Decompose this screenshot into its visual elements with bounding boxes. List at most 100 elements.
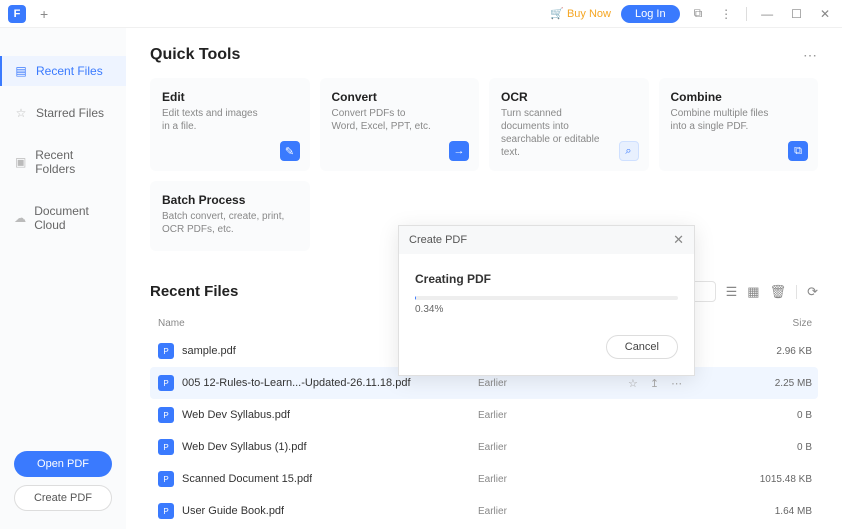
- login-button[interactable]: Log In: [621, 5, 680, 23]
- sidebar-item-document-cloud[interactable]: ☁ Document Cloud: [0, 196, 126, 240]
- tool-card-edit[interactable]: Edit Edit texts and images in a file. ✎: [150, 78, 310, 171]
- tool-desc: Convert PDFs to Word, Excel, PPT, etc.: [332, 107, 434, 133]
- close-icon[interactable]: ✕: [673, 232, 684, 248]
- more-icon[interactable]: ⋯: [671, 377, 682, 390]
- sidebar-item-starred-files[interactable]: ☆ Starred Files: [0, 98, 126, 128]
- star-icon: ☆: [14, 106, 28, 120]
- star-icon[interactable]: ☆: [628, 377, 638, 390]
- minimize-icon[interactable]: —: [757, 5, 777, 23]
- dialog-header: Create PDF ✕: [399, 226, 694, 254]
- file-time: Earlier: [478, 410, 628, 421]
- menu-icon[interactable]: ⋮: [716, 5, 736, 23]
- tool-title: Combine: [671, 90, 807, 104]
- create-pdf-dialog: Create PDF ✕ Creating PDF 0.34% Cancel: [398, 225, 695, 376]
- dialog-status-title: Creating PDF: [415, 272, 678, 286]
- app-logo: F: [8, 5, 26, 23]
- dialog-footer: Cancel: [399, 325, 694, 375]
- tool-desc: Batch convert, create, print, OCR PDFs, …: [162, 210, 298, 236]
- file-name: User Guide Book.pdf: [182, 505, 284, 517]
- file-name-cell: P User Guide Book.pdf: [150, 503, 478, 519]
- file-name: sample.pdf: [182, 345, 236, 357]
- convert-icon: →: [449, 141, 469, 161]
- refresh-icon[interactable]: ⟳: [807, 284, 818, 300]
- tool-card-convert[interactable]: Convert Convert PDFs to Word, Excel, PPT…: [320, 78, 480, 171]
- file-name-cell: P Scanned Document 15.pdf: [150, 471, 478, 487]
- titlebar: F + 🛒Buy Now Log In ⧉ ⋮ — ☐ ✕: [0, 0, 842, 28]
- file-size: 2.96 KB: [738, 346, 818, 357]
- divider: [746, 7, 747, 21]
- tool-title: Batch Process: [162, 193, 298, 207]
- sidebar-item-recent-folders[interactable]: ▣ Recent Folders: [0, 140, 126, 184]
- pdf-icon: P: [158, 503, 174, 519]
- notification-icon[interactable]: ⧉: [690, 4, 707, 23]
- create-pdf-button[interactable]: Create PDF: [14, 485, 112, 511]
- sidebar-bottom: Open PDF Create PDF: [0, 451, 126, 529]
- file-name: Scanned Document 15.pdf: [182, 473, 312, 485]
- cart-icon: 🛒: [550, 7, 564, 20]
- recent-title: Recent Files: [150, 283, 238, 300]
- file-size: 0 B: [738, 410, 818, 421]
- pdf-icon: P: [158, 471, 174, 487]
- buy-now-link[interactable]: 🛒Buy Now: [550, 7, 611, 20]
- close-icon[interactable]: ✕: [816, 5, 834, 23]
- quick-tools-title: Quick Tools: [150, 46, 240, 64]
- dialog-title: Create PDF: [409, 234, 467, 246]
- folder-icon: ▣: [14, 155, 27, 169]
- file-name-cell: P Web Dev Syllabus (1).pdf: [150, 439, 478, 455]
- file-name-cell: P Web Dev Syllabus.pdf: [150, 407, 478, 423]
- col-size: Size: [738, 318, 818, 329]
- content: Quick Tools ⋯ Edit Edit texts and images…: [126, 28, 842, 529]
- pdf-icon: P: [158, 439, 174, 455]
- divider: [796, 285, 797, 299]
- edit-icon: ✎: [280, 141, 300, 161]
- sidebar: ▤ Recent Files ☆ Starred Files ▣ Recent …: [0, 28, 126, 529]
- file-time: Earlier: [478, 442, 628, 453]
- progress-bar: [415, 296, 678, 300]
- grid-view-icon[interactable]: ▦: [747, 284, 759, 300]
- combine-icon: ⧉: [788, 141, 808, 161]
- tool-card-batch[interactable]: Batch Process Batch convert, create, pri…: [150, 181, 310, 251]
- progress-text: 0.34%: [415, 304, 678, 315]
- cloud-icon: ☁: [14, 211, 26, 225]
- titlebar-left: F +: [8, 5, 48, 23]
- sidebar-item-recent-files[interactable]: ▤ Recent Files: [0, 56, 126, 86]
- upload-icon[interactable]: ↥: [650, 377, 659, 390]
- file-size: 2.25 MB: [738, 378, 818, 389]
- file-name: Web Dev Syllabus.pdf: [182, 409, 290, 421]
- file-size: 1015.48 KB: [738, 474, 818, 485]
- list-view-icon[interactable]: ☰: [726, 284, 738, 300]
- table-row[interactable]: P User Guide Book.pdf Earlier 1.64 MB: [150, 495, 818, 527]
- file-actions: ☆ ↥ ⋯: [628, 377, 738, 390]
- file-time: Earlier: [478, 378, 628, 389]
- document-icon: ▤: [14, 64, 28, 78]
- tool-title: OCR: [501, 90, 637, 104]
- file-name: Web Dev Syllabus (1).pdf: [182, 441, 307, 453]
- table-row[interactable]: P Web Dev Syllabus.pdf Earlier 0 B: [150, 399, 818, 431]
- progress-fill: [415, 296, 416, 300]
- open-pdf-button[interactable]: Open PDF: [14, 451, 112, 477]
- file-time: Earlier: [478, 474, 628, 485]
- file-size: 1.64 MB: [738, 506, 818, 517]
- tool-card-combine[interactable]: Combine Combine multiple files into a si…: [659, 78, 819, 171]
- sidebar-item-label: Document Cloud: [34, 204, 112, 232]
- main: ▤ Recent Files ☆ Starred Files ▣ Recent …: [0, 28, 842, 529]
- file-time: Earlier: [478, 506, 628, 517]
- sidebar-item-label: Recent Files: [36, 64, 103, 78]
- tool-title: Edit: [162, 90, 298, 104]
- tool-card-ocr[interactable]: OCR Turn scanned documents into searchab…: [489, 78, 649, 171]
- table-row[interactable]: P Web Dev Syllabus (1).pdf Earlier 0 B: [150, 431, 818, 463]
- ocr-icon: ⌕: [619, 141, 639, 161]
- maximize-icon[interactable]: ☐: [787, 5, 806, 23]
- pdf-icon: P: [158, 343, 174, 359]
- dialog-body: Creating PDF 0.34%: [399, 254, 694, 325]
- table-row[interactable]: P Scanned Document 15.pdf Earlier 1015.4…: [150, 463, 818, 495]
- new-tab-button[interactable]: +: [40, 6, 48, 22]
- quick-tools-header: Quick Tools ⋯: [150, 46, 818, 64]
- more-icon[interactable]: ⋯: [803, 47, 818, 64]
- file-name-cell: P 005 12-Rules-to-Learn...-Updated-26.11…: [150, 375, 478, 391]
- titlebar-right: 🛒Buy Now Log In ⧉ ⋮ — ☐ ✕: [550, 4, 834, 23]
- pdf-icon: P: [158, 407, 174, 423]
- tool-desc: Combine multiple files into a single PDF…: [671, 107, 773, 133]
- trash-icon[interactable]: 🗑: [770, 284, 787, 300]
- cancel-button[interactable]: Cancel: [606, 335, 678, 359]
